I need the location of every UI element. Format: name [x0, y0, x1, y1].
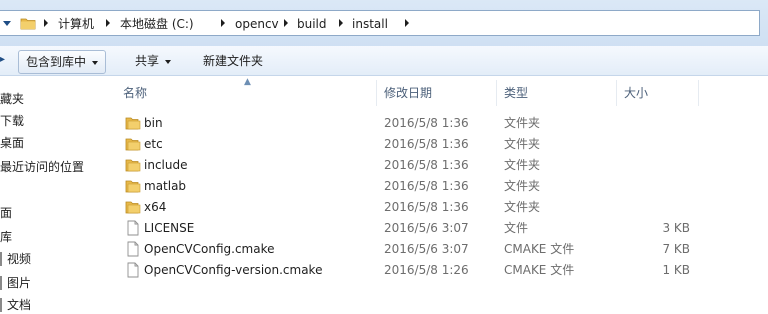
file-size [630, 113, 690, 134]
file-modified: 2016/5/8 1:36 [384, 116, 469, 130]
file-modified: 2016/5/8 1:26 [384, 263, 469, 277]
file-row[interactable]: bin 2016/5/8 1:36 文件夹 [124, 113, 764, 134]
file-size [630, 176, 690, 197]
column-header-modified[interactable]: 修改日期 [384, 82, 432, 104]
column-divider[interactable] [616, 80, 617, 106]
file-size [630, 134, 690, 155]
video-icon [0, 252, 2, 266]
include-in-library-button[interactable]: 包含到库中 [18, 50, 107, 74]
column-header-type[interactable]: 类型 [504, 82, 528, 104]
nav-item-recent-places[interactable]: 最近访问的位置 [0, 158, 84, 176]
column-divider[interactable] [496, 80, 497, 106]
folder-icon [125, 115, 141, 134]
documents-icon [0, 298, 2, 312]
file-type: 文件夹 [504, 116, 541, 130]
nav-item-desktop-root[interactable]: 面 [0, 204, 12, 222]
file-list: ▲ 名称 修改日期 类型 大小 bin 2016/5/8 1:36 文件夹 etc 20… [108, 77, 768, 312]
file-row[interactable]: etc 2016/5/8 1:36 文件夹 [124, 134, 764, 155]
file-modified: 2016/5/6 3:07 [384, 221, 469, 235]
breadcrumb-separator-icon[interactable] [284, 19, 288, 27]
file-modified: 2016/5/8 1:36 [384, 137, 469, 151]
file-modified: 2016/5/8 1:36 [384, 158, 469, 172]
file-size: 7 KB [662, 242, 690, 256]
chevron-left-icon[interactable]: ▸ [0, 54, 8, 66]
nav-item-pictures[interactable]: 图片 [7, 274, 31, 292]
file-size [630, 155, 690, 176]
file-name: OpenCVConfig-version.cmake [144, 263, 323, 277]
folder-icon [125, 199, 141, 218]
share-label: 共享 [135, 54, 160, 68]
folder-icon [125, 136, 141, 155]
file-row[interactable]: x64 2016/5/8 1:36 文件夹 [124, 197, 764, 218]
breadcrumb-separator-icon[interactable] [44, 19, 48, 27]
file-type: 文件 [504, 221, 529, 235]
file-name: include [144, 158, 188, 172]
file-type: 文件夹 [504, 158, 541, 172]
folder-icon [125, 178, 141, 197]
nav-item-videos[interactable]: 视频 [7, 250, 31, 268]
file-size [630, 197, 690, 218]
file-name: bin [144, 116, 163, 130]
command-bar: ▸ 包含到库中 共享 新建文件夹 [0, 46, 768, 76]
file-row[interactable]: matlab 2016/5/8 1:36 文件夹 [124, 176, 764, 197]
file-modified: 2016/5/8 1:36 [384, 200, 469, 214]
nav-item-desktop[interactable]: 桌面 [0, 134, 24, 152]
folder-icon [20, 18, 36, 30]
breadcrumb-local-disk[interactable]: 本地磁盘 (C:) [120, 16, 194, 32]
chevron-down-icon [165, 59, 172, 64]
file-row[interactable]: OpenCVConfig-version.cmake 2016/5/8 1:26 C… [124, 260, 764, 281]
file-row[interactable]: LICENSE 2016/5/6 3:07 文件 3 KB [124, 218, 764, 239]
column-divider[interactable] [376, 80, 377, 106]
file-name: x64 [144, 200, 167, 214]
sort-ascending-icon: ▲ [244, 77, 251, 87]
breadcrumb-build[interactable]: build [297, 16, 327, 32]
breadcrumb-install[interactable]: install [352, 16, 388, 32]
breadcrumb-separator-icon[interactable] [339, 19, 343, 27]
file-type: CMAKE 文件 [504, 242, 575, 256]
column-header-name[interactable]: 名称 [123, 82, 147, 104]
column-header-size[interactable]: 大小 [624, 82, 648, 104]
file-size: 1 KB [662, 263, 690, 277]
file-modified: 2016/5/8 1:36 [384, 179, 469, 193]
new-folder-button[interactable]: 新建文件夹 [196, 50, 270, 72]
column-divider[interactable] [698, 80, 699, 106]
file-row[interactable]: include 2016/5/8 1:36 文件夹 [124, 155, 764, 176]
file-type: CMAKE 文件 [504, 263, 575, 277]
navigation-pane: 藏夹 下载 桌面 最近访问的位置 面 库 视频 图片 文档 [0, 77, 108, 312]
chevron-down-icon [3, 21, 11, 26]
file-name: LICENSE [144, 221, 195, 235]
breadcrumb-separator-icon[interactable] [106, 19, 110, 27]
file-type: 文件夹 [504, 200, 541, 214]
breadcrumb-computer[interactable]: 计算机 [58, 16, 94, 32]
file-name: etc [144, 137, 163, 151]
file-icon [125, 220, 141, 239]
chevron-down-icon [92, 60, 99, 65]
file-type: 文件夹 [504, 137, 541, 151]
include-in-library-label: 包含到库中 [26, 55, 87, 69]
file-icon [125, 241, 141, 260]
file-name: OpenCVConfig.cmake [144, 242, 275, 256]
breadcrumb-opencv[interactable]: opencv [235, 16, 279, 32]
pictures-icon [0, 276, 2, 290]
nav-item-favorites[interactable]: 藏夹 [0, 90, 24, 108]
file-type: 文件夹 [504, 179, 541, 193]
folder-icon [125, 157, 141, 176]
file-size: 3 KB [662, 221, 690, 235]
nav-item-documents[interactable]: 文档 [7, 296, 31, 314]
breadcrumb-separator-icon[interactable] [405, 19, 409, 27]
share-button[interactable]: 共享 [128, 50, 178, 72]
file-row[interactable]: OpenCVConfig.cmake 2016/5/6 3:07 CMAKE 文件 7… [124, 239, 764, 260]
breadcrumb-separator-icon[interactable] [221, 19, 225, 27]
recent-locations-dropdown[interactable] [0, 10, 14, 36]
nav-item-downloads[interactable]: 下载 [0, 112, 24, 130]
file-name: matlab [144, 179, 187, 193]
file-modified: 2016/5/6 3:07 [384, 242, 469, 256]
file-icon [125, 262, 141, 281]
nav-item-libraries[interactable]: 库 [0, 228, 12, 246]
